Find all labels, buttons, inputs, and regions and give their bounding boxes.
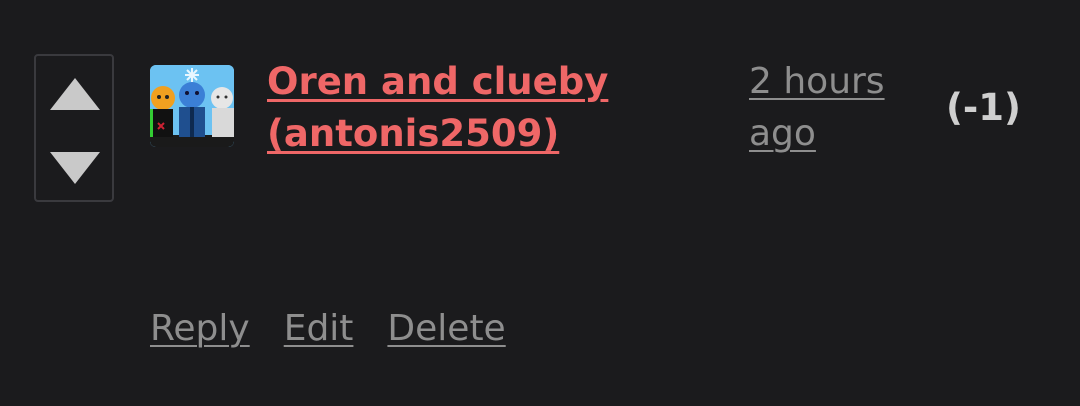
avatar-image (150, 65, 234, 147)
downvote-icon[interactable] (50, 152, 100, 184)
upvote-icon[interactable] (50, 78, 100, 110)
delete-link[interactable]: Delete (387, 303, 505, 355)
comment: Oren and clueby (antonis2509) 2 hours ag… (0, 0, 1080, 406)
reply-link[interactable]: Reply (150, 303, 250, 355)
snowflake-icon (185, 68, 199, 82)
comment-actions: Reply Edit Delete (150, 303, 506, 355)
vote-box (34, 54, 114, 202)
edit-link[interactable]: Edit (284, 303, 354, 355)
comment-score: (-1) (946, 86, 1021, 129)
timestamp-link[interactable]: 2 hours ago (749, 56, 924, 160)
author-link[interactable]: Oren and clueby (antonis2509) (267, 56, 627, 160)
avatar[interactable] (150, 65, 234, 147)
